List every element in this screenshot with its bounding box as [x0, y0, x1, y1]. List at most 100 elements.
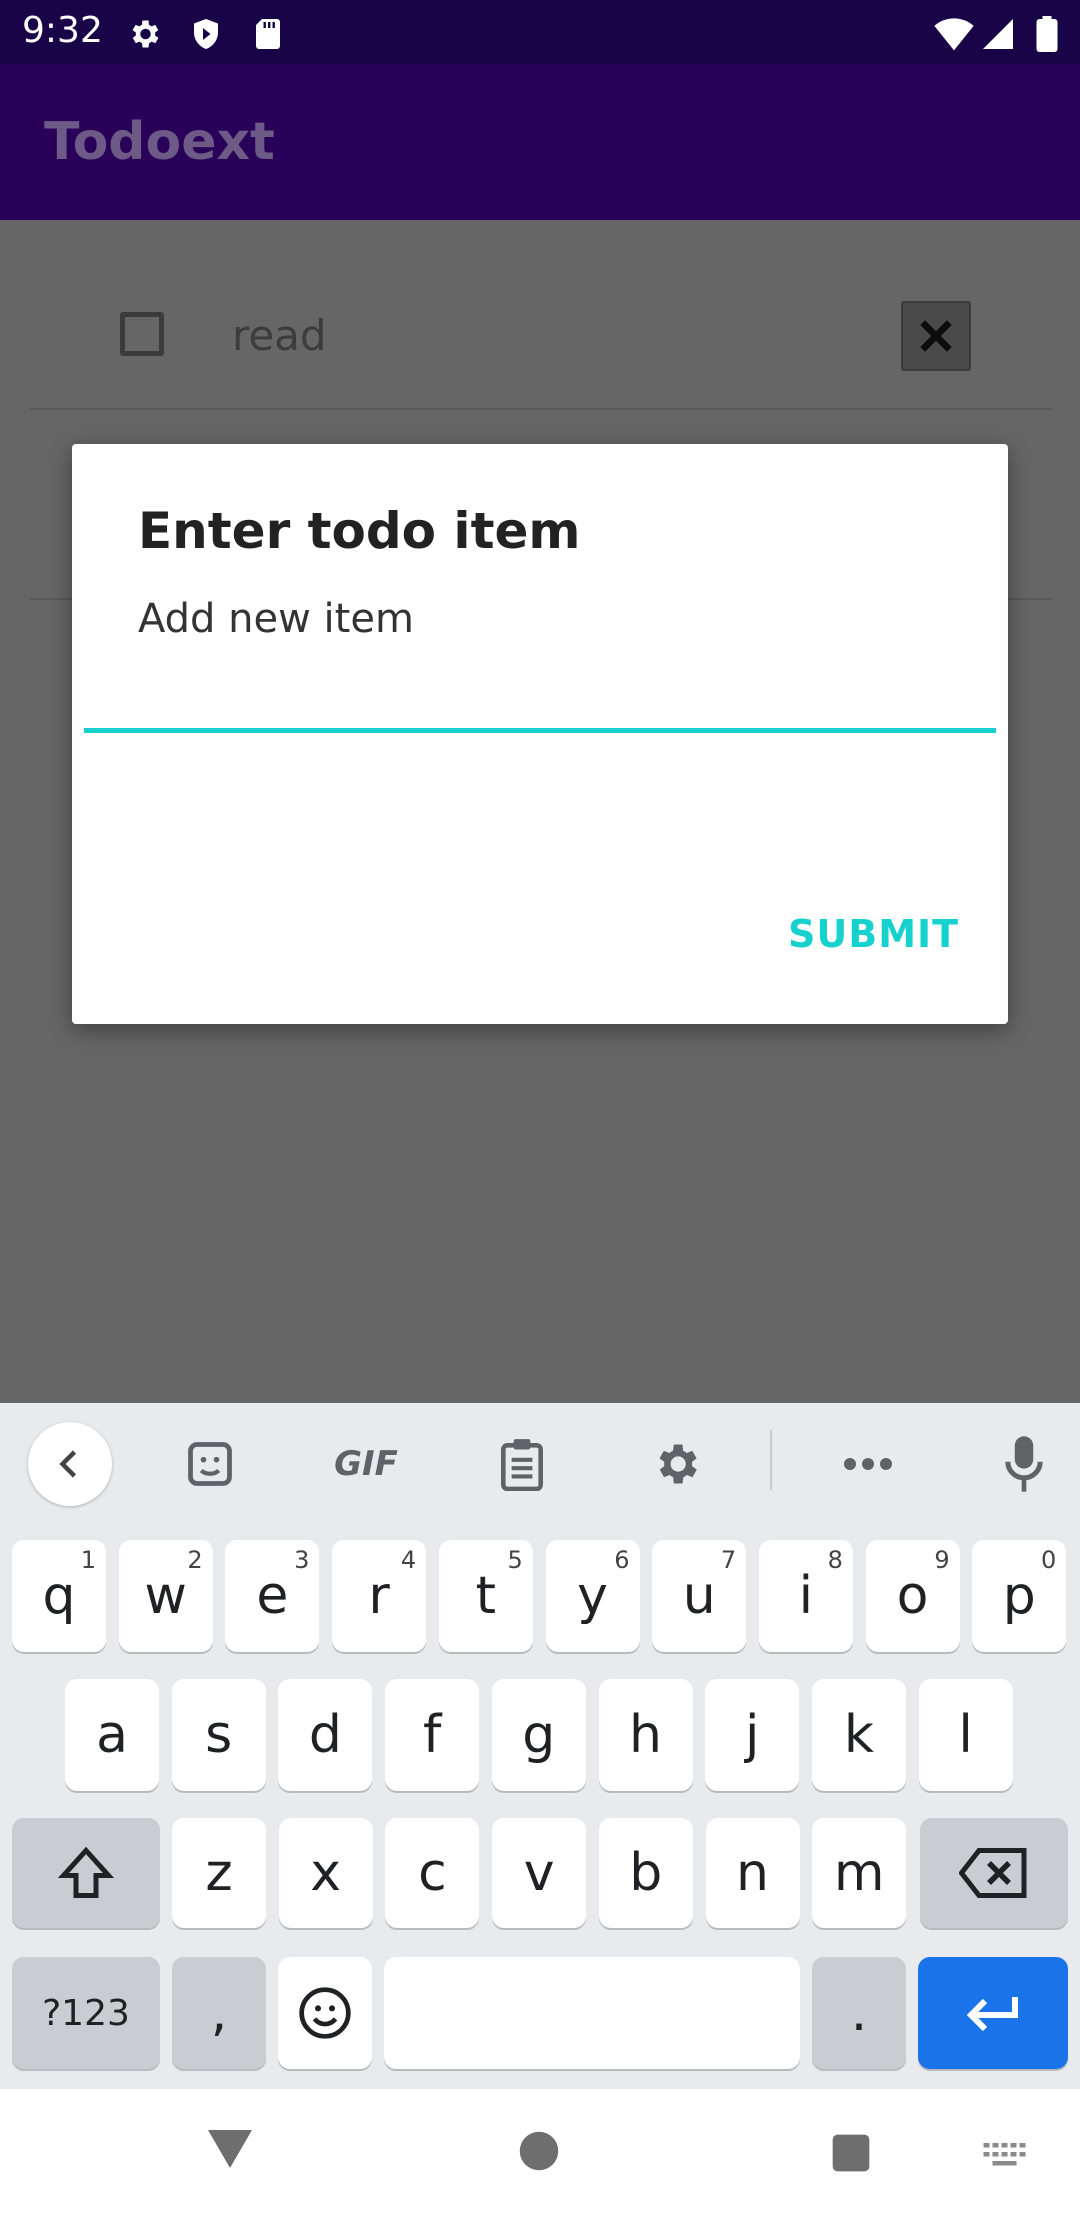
- key-label: z: [205, 1843, 233, 1903]
- key-label: q: [42, 1566, 76, 1626]
- key-label: a: [96, 1705, 128, 1765]
- key-label: p: [1002, 1566, 1036, 1626]
- key-label: f: [422, 1705, 442, 1765]
- key-label: w: [144, 1566, 187, 1626]
- key-label: l: [958, 1705, 973, 1765]
- key-label: y: [577, 1566, 608, 1626]
- space-key[interactable]: [384, 1957, 800, 2069]
- emoji-icon: [299, 1987, 351, 2039]
- gear-icon: [126, 16, 162, 52]
- key-hint: 8: [827, 1546, 843, 1574]
- key-label: m: [833, 1843, 885, 1903]
- key-y[interactable]: y6: [545, 1540, 640, 1652]
- symbols-key[interactable]: ?123: [12, 1957, 160, 2069]
- shield-icon: [188, 16, 224, 52]
- todo-item-checkbox[interactable]: [120, 312, 164, 356]
- clipboard-icon[interactable]: [486, 1428, 558, 1500]
- key-p[interactable]: p0: [972, 1540, 1067, 1652]
- key-hint: 7: [720, 1546, 737, 1574]
- key-label: v: [523, 1843, 555, 1903]
- key-label: n: [736, 1843, 769, 1903]
- key-label: r: [368, 1566, 390, 1626]
- keyboard-back-button[interactable]: [28, 1422, 112, 1506]
- mic-icon[interactable]: [988, 1428, 1060, 1500]
- key-v[interactable]: v: [492, 1818, 587, 1928]
- sd-card-icon: [250, 16, 286, 52]
- gif-label: GIF: [334, 1444, 398, 1484]
- backspace-key[interactable]: [920, 1818, 1068, 1928]
- key-s[interactable]: s: [171, 1679, 266, 1791]
- comma-key[interactable]: ,: [172, 1957, 266, 2069]
- more-icon[interactable]: [832, 1428, 904, 1500]
- key-label: s: [205, 1705, 233, 1765]
- key-label: d: [308, 1705, 342, 1765]
- key-label: j: [744, 1705, 760, 1765]
- home-circle-icon[interactable]: [518, 2130, 560, 2177]
- key-q[interactable]: q1: [12, 1540, 106, 1652]
- status-time: 9:32: [22, 10, 103, 51]
- key-h[interactable]: h: [598, 1679, 693, 1791]
- key-w[interactable]: w2: [118, 1540, 213, 1652]
- key-label: o: [896, 1566, 929, 1626]
- keyboard-switch-icon[interactable]: [982, 2140, 1030, 2175]
- sticker-icon[interactable]: [174, 1428, 246, 1500]
- key-hint: 1: [80, 1546, 96, 1574]
- key-x[interactable]: x: [278, 1818, 373, 1928]
- delete-item-button[interactable]: [901, 301, 971, 371]
- key-t[interactable]: t5: [438, 1540, 533, 1652]
- key-label: g: [522, 1705, 556, 1765]
- key-o[interactable]: o9: [865, 1540, 960, 1652]
- todo-item-text: read: [232, 311, 327, 360]
- key-m[interactable]: m: [812, 1818, 907, 1928]
- key-u[interactable]: u7: [652, 1540, 747, 1652]
- key-j[interactable]: j: [705, 1679, 800, 1791]
- key-hint: 0: [1041, 1546, 1057, 1574]
- shift-key[interactable]: [12, 1818, 160, 1928]
- recents-square-icon[interactable]: [830, 2133, 872, 2178]
- signal-icon: [980, 16, 1016, 52]
- gif-icon[interactable]: GIF: [327, 1428, 405, 1500]
- list-divider: [30, 408, 1052, 410]
- key-e[interactable]: e3: [225, 1540, 320, 1652]
- settings-icon[interactable]: [640, 1428, 712, 1500]
- toolbar-divider: [770, 1430, 772, 1490]
- todo-dialog: Enter todo item Add new item SUBMIT: [72, 444, 1008, 1024]
- key-f[interactable]: f: [385, 1679, 480, 1791]
- key-i[interactable]: i8: [758, 1540, 853, 1652]
- back-triangle-icon[interactable]: [206, 2128, 254, 2175]
- key-hint: 5: [507, 1546, 523, 1574]
- key-a[interactable]: a: [65, 1679, 159, 1791]
- enter-key[interactable]: [918, 1957, 1068, 2069]
- close-icon: [920, 320, 952, 352]
- key-label: t: [475, 1566, 496, 1626]
- key-hint: 6: [614, 1546, 630, 1574]
- enter-icon: [966, 1997, 1018, 2032]
- key-label: h: [629, 1705, 662, 1765]
- key-label: i: [798, 1566, 814, 1626]
- key-label: x: [310, 1843, 342, 1903]
- key-b[interactable]: b: [598, 1818, 693, 1928]
- key-d[interactable]: d: [278, 1679, 373, 1791]
- key-c[interactable]: c: [385, 1818, 480, 1928]
- key-l[interactable]: l: [918, 1679, 1013, 1791]
- todo-input-field[interactable]: [84, 676, 996, 733]
- app-title: Todoext: [44, 112, 275, 172]
- battery-icon: [1034, 16, 1070, 52]
- shift-icon: [57, 1846, 115, 1898]
- key-g[interactable]: g: [491, 1679, 586, 1791]
- dialog-message: Add new item: [138, 596, 414, 642]
- key-z[interactable]: z: [172, 1818, 266, 1928]
- key-label: b: [629, 1843, 663, 1903]
- key-r[interactable]: r4: [332, 1540, 427, 1652]
- key-label: k: [843, 1705, 874, 1765]
- emoji-key[interactable]: [278, 1957, 372, 2069]
- key-n[interactable]: n: [705, 1818, 800, 1928]
- period-key[interactable]: .: [812, 1957, 906, 2069]
- submit-button[interactable]: SUBMIT: [788, 912, 959, 956]
- key-hint: 3: [294, 1546, 310, 1574]
- key-label: u: [682, 1566, 716, 1626]
- key-hint: 9: [934, 1546, 950, 1574]
- back-icon: [59, 1450, 77, 1478]
- key-k[interactable]: k: [811, 1679, 906, 1791]
- key-label: c: [418, 1843, 447, 1903]
